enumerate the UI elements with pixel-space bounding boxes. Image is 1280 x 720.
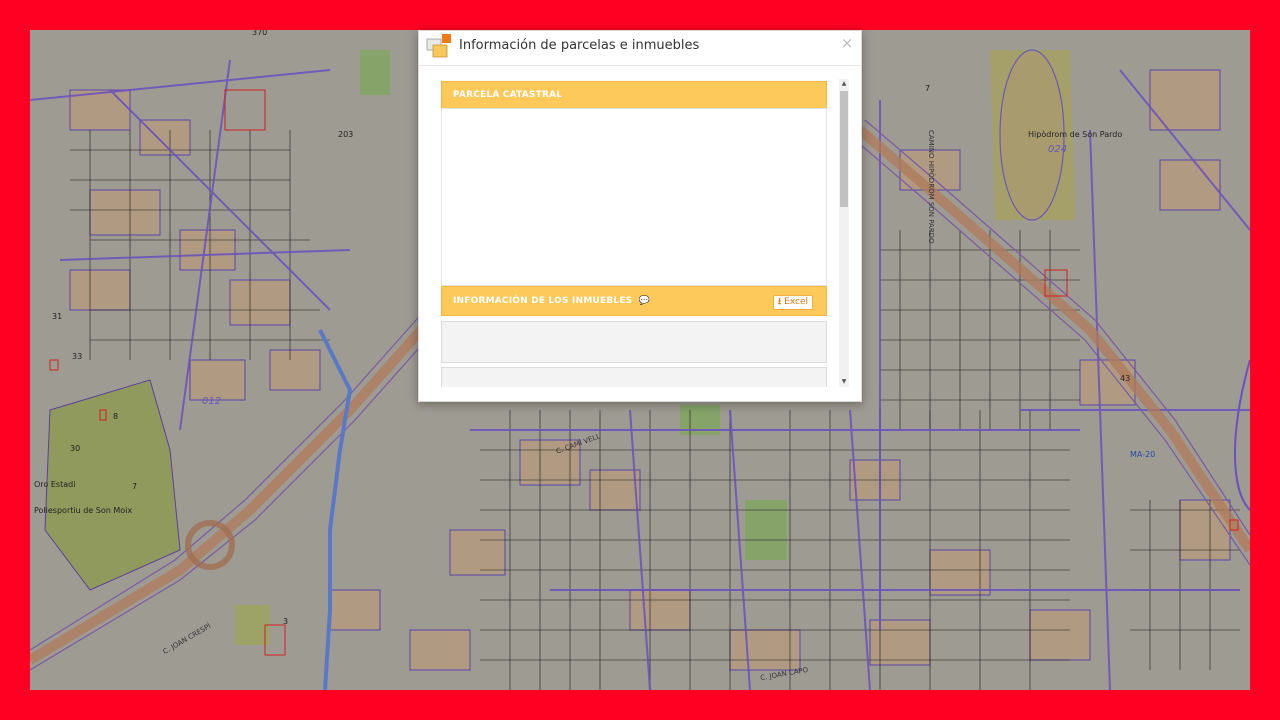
map-label-33: 33 [72, 352, 83, 361]
property-row[interactable] [441, 367, 827, 387]
scroll-up-icon[interactable]: ▲ [839, 79, 849, 89]
dialog-header[interactable]: Información de parcelas e inmuebles × [419, 31, 861, 66]
parcel-info-dialog: Información de parcelas e inmuebles × PA… [418, 30, 862, 402]
scroll-thumb[interactable] [840, 91, 848, 207]
map-label-street-hipodrom: CAMINO HIPÒDROM SON PARDO [927, 130, 935, 244]
section-header-properties[interactable]: INFORMACIÓN DE LOS INMUEBLES 💬 ⭳ Excel [441, 286, 827, 316]
map-label-7-left: 7 [132, 482, 138, 491]
map-label-sports: Poliesportiu de Son Moix [34, 506, 133, 515]
scroll-down-icon[interactable]: ▼ [839, 377, 849, 387]
map-label-370: 370 [252, 30, 268, 37]
download-icon: ⭳ [778, 297, 782, 307]
dialog-title: Información de parcelas e inmuebles [459, 38, 700, 53]
excel-export-button[interactable]: ⭳ Excel [773, 295, 813, 310]
property-row[interactable] [441, 321, 827, 363]
map-label-30: 30 [70, 444, 81, 453]
map-label-7-top: 7 [925, 84, 931, 93]
dialog-scrollbar[interactable]: ▲ ▼ [839, 79, 849, 387]
comment-icon: 💬 [638, 296, 651, 306]
map-label-zone-024: 024 [1048, 144, 1068, 155]
map-label-8: 8 [113, 412, 119, 421]
close-icon[interactable]: × [839, 35, 855, 51]
excel-label: Excel [784, 297, 808, 307]
parcel-content-panel [441, 108, 827, 286]
parcel-stack-icon [426, 34, 451, 58]
map-label-stadium: Oro Estadi [34, 480, 76, 489]
map-label-zone-012: 012 [202, 396, 222, 407]
map-label-31: 31 [52, 312, 63, 321]
section-title-properties: INFORMACIÓN DE LOS INMUEBLES [453, 296, 633, 306]
map-label-3: 3 [283, 617, 289, 626]
section-title-parcel: PARCELA CATASTRAL [453, 90, 563, 100]
map-label-ma20: MA-20 [1130, 450, 1156, 459]
map-label-203: 203 [338, 130, 354, 139]
map-label-hippodrome: Hipòdrom de Son Pardo [1028, 130, 1123, 139]
map-label-43: 43 [1120, 374, 1131, 383]
section-header-parcel[interactable]: PARCELA CATASTRAL [441, 81, 827, 109]
dialog-body[interactable]: PARCELA CATASTRAL INFORMACIÓN DE LOS INM… [441, 81, 827, 387]
